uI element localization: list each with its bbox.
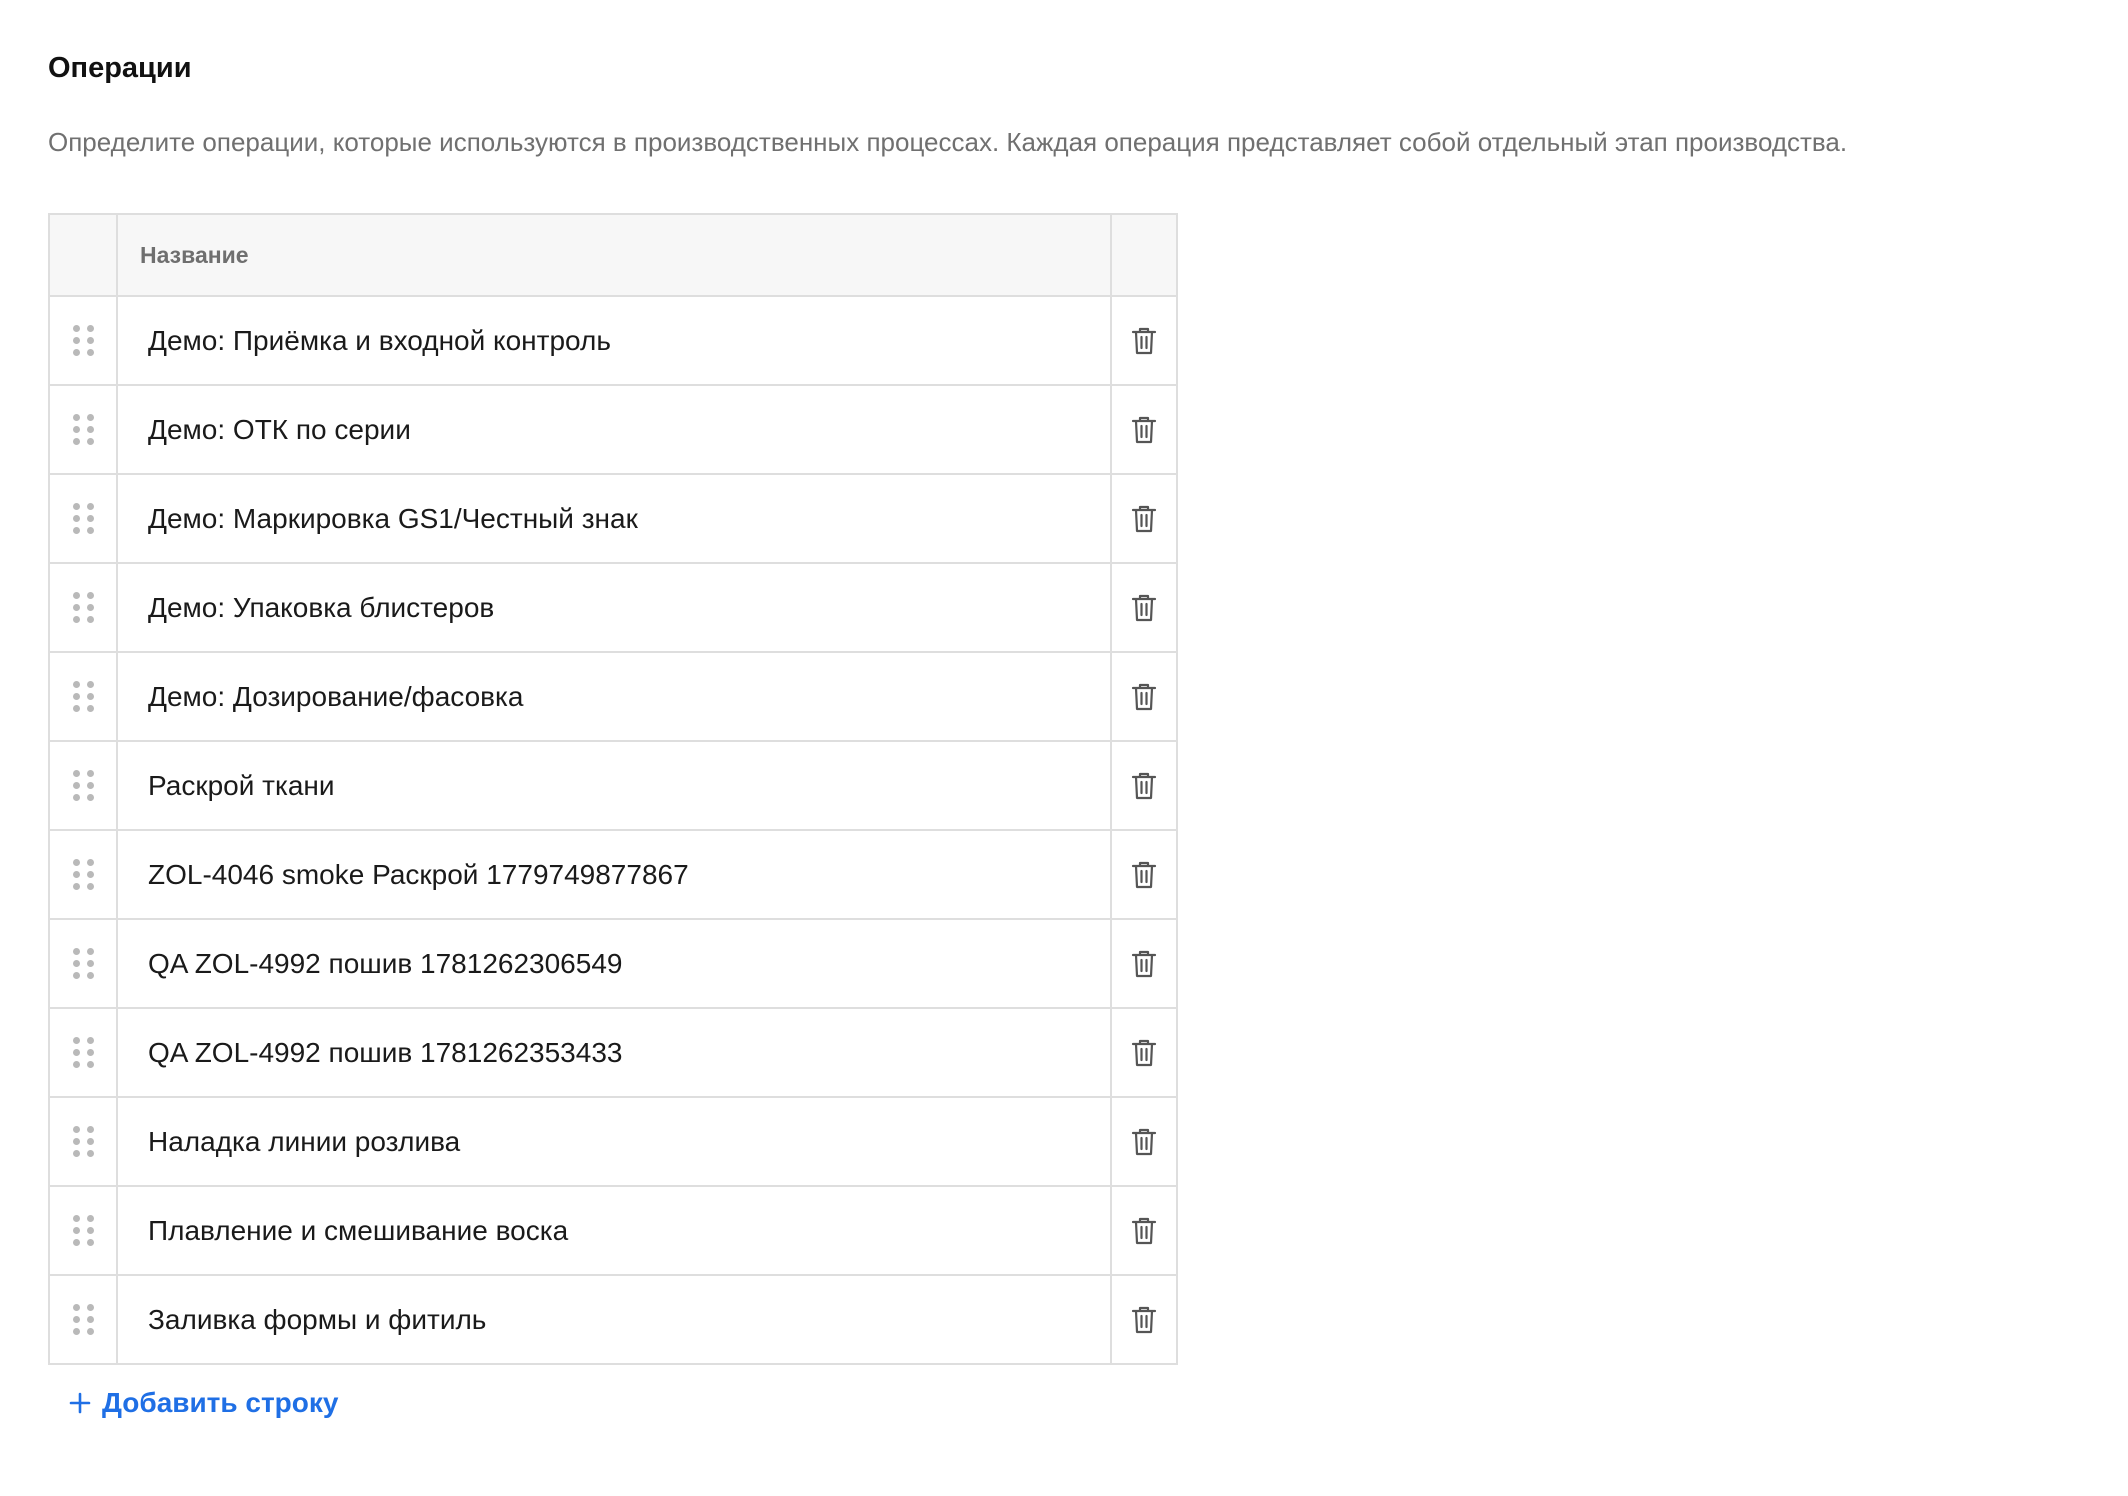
operation-name-cell[interactable]: Демо: Маркировка GS1/Честный знак — [118, 475, 1112, 562]
drag-handle-icon — [72, 948, 94, 979]
add-row-label: Добавить строку — [102, 1387, 339, 1418]
header-name-column: Название — [118, 215, 1112, 295]
delete-row-button[interactable] — [1112, 1187, 1176, 1274]
table-header: Название — [50, 215, 1176, 297]
table-row: ZOL-4046 smoke Раскрой 1779749877867 — [50, 831, 1176, 920]
row-drag-handle[interactable] — [50, 920, 118, 1007]
delete-row-button[interactable] — [1112, 742, 1176, 829]
delete-row-button[interactable] — [1112, 653, 1176, 740]
drag-handle-icon — [72, 770, 94, 801]
delete-row-button[interactable] — [1112, 831, 1176, 918]
trash-icon — [1131, 416, 1157, 443]
table-row: Демо: Приёмка и входной контроль — [50, 297, 1176, 386]
trash-icon — [1131, 594, 1157, 621]
drag-handle-icon — [72, 681, 94, 712]
trash-icon — [1131, 1039, 1157, 1066]
drag-handle-icon — [72, 1304, 94, 1335]
delete-row-button[interactable] — [1112, 297, 1176, 384]
drag-handle-icon — [72, 592, 94, 623]
header-actions-column — [1112, 215, 1176, 295]
row-drag-handle[interactable] — [50, 742, 118, 829]
row-drag-handle[interactable] — [50, 386, 118, 473]
trash-icon — [1131, 950, 1157, 977]
row-drag-handle[interactable] — [50, 831, 118, 918]
trash-icon — [1131, 861, 1157, 888]
operations-table: Название Демо: Приёмка и входной контрол… — [48, 213, 1178, 1365]
drag-handle-icon — [72, 1126, 94, 1157]
header-handle-column — [50, 215, 118, 295]
delete-row-button[interactable] — [1112, 386, 1176, 473]
table-row: Раскрой ткани — [50, 742, 1176, 831]
operation-name-cell[interactable]: Демо: Упаковка блистеров — [118, 564, 1112, 651]
table-row: QA ZOL-4992 пошив 1781262306549 — [50, 920, 1176, 1009]
page-description: Определите операции, которые используютс… — [48, 127, 1848, 157]
operation-name-cell[interactable]: Раскрой ткани — [118, 742, 1112, 829]
operation-name-cell[interactable]: Демо: ОТК по серии — [118, 386, 1112, 473]
table-row: Заливка формы и фитиль — [50, 1276, 1176, 1363]
drag-handle-icon — [72, 1037, 94, 1068]
operation-name-cell[interactable]: QA ZOL-4992 пошив 1781262306549 — [118, 920, 1112, 1007]
delete-row-button[interactable] — [1112, 1098, 1176, 1185]
delete-row-button[interactable] — [1112, 475, 1176, 562]
table-body: Демо: Приёмка и входной контроль Демо: О… — [50, 297, 1176, 1363]
table-row: Демо: Маркировка GS1/Честный знак — [50, 475, 1176, 564]
drag-handle-icon — [72, 414, 94, 445]
row-drag-handle[interactable] — [50, 1187, 118, 1274]
delete-row-button[interactable] — [1112, 1276, 1176, 1363]
row-drag-handle[interactable] — [50, 1276, 118, 1363]
delete-row-button[interactable] — [1112, 564, 1176, 651]
trash-icon — [1131, 1306, 1157, 1333]
operation-name-cell[interactable]: Демо: Дозирование/фасовка — [118, 653, 1112, 740]
drag-handle-icon — [72, 859, 94, 890]
drag-handle-icon — [72, 325, 94, 356]
drag-handle-icon — [72, 503, 94, 534]
delete-row-button[interactable] — [1112, 920, 1176, 1007]
table-row: Наладка линии розлива — [50, 1098, 1176, 1187]
operation-name-cell[interactable]: Демо: Приёмка и входной контроль — [118, 297, 1112, 384]
row-drag-handle[interactable] — [50, 1098, 118, 1185]
page-title: Операции — [48, 52, 192, 84]
table-row: Демо: Упаковка блистеров — [50, 564, 1176, 653]
operation-name-cell[interactable]: Заливка формы и фитиль — [118, 1276, 1112, 1363]
operation-name-cell[interactable]: Наладка линии розлива — [118, 1098, 1112, 1185]
trash-icon — [1131, 327, 1157, 354]
table-row: Демо: Дозирование/фасовка — [50, 653, 1176, 742]
row-drag-handle[interactable] — [50, 653, 118, 740]
row-drag-handle[interactable] — [50, 297, 118, 384]
trash-icon — [1131, 1128, 1157, 1155]
drag-handle-icon — [72, 1215, 94, 1246]
trash-icon — [1131, 505, 1157, 532]
table-row: QA ZOL-4992 пошив 1781262353433 — [50, 1009, 1176, 1098]
trash-icon — [1131, 683, 1157, 710]
delete-row-button[interactable] — [1112, 1009, 1176, 1096]
operation-name-cell[interactable]: ZOL-4046 smoke Раскрой 1779749877867 — [118, 831, 1112, 918]
operations-page: Операции Определите операции, которые ис… — [0, 0, 2128, 1496]
row-drag-handle[interactable] — [50, 1009, 118, 1096]
operation-name-cell[interactable]: QA ZOL-4992 пошив 1781262353433 — [118, 1009, 1112, 1096]
plus-icon — [69, 1392, 91, 1414]
table-row: Демо: ОТК по серии — [50, 386, 1176, 475]
row-drag-handle[interactable] — [50, 475, 118, 562]
add-row-button[interactable]: Добавить строку — [68, 1387, 338, 1419]
trash-icon — [1131, 1217, 1157, 1244]
trash-icon — [1131, 772, 1157, 799]
table-row: Плавление и смешивание воска — [50, 1187, 1176, 1276]
operation-name-cell[interactable]: Плавление и смешивание воска — [118, 1187, 1112, 1274]
row-drag-handle[interactable] — [50, 564, 118, 651]
